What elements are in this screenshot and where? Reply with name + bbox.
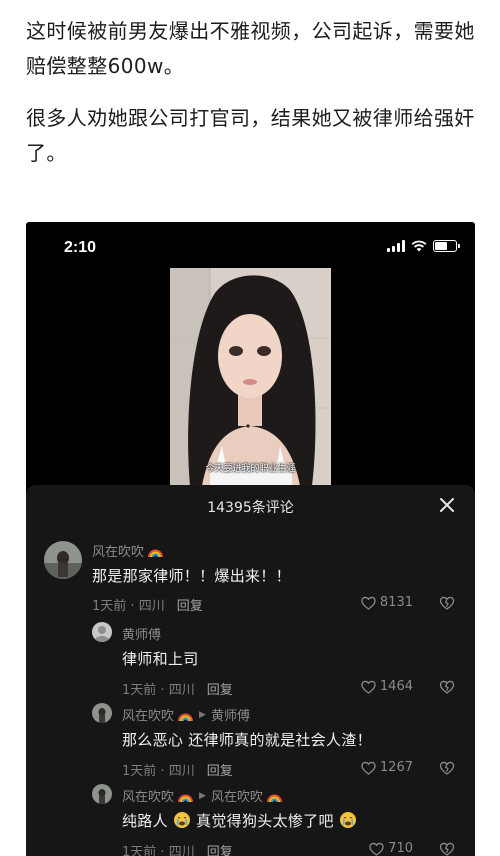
heart-icon [361,596,376,610]
reply-to-name[interactable]: 风在吹吹 [211,786,263,805]
comments-panel: 14395条评论 风在吹吹 那是那家律师！！爆出来！！ 1天前 · 四川 回复 8… [26,485,475,856]
rainbow-icon [178,713,194,721]
broken-heart-icon[interactable] [439,679,455,695]
comment-author[interactable]: 黄师傅 [122,624,161,643]
comment-location: 四川 [138,599,165,614]
status-time: 2:10 [64,239,97,256]
like-button[interactable]: 1464 [361,679,413,694]
crying-face-icon [339,812,356,828]
reply-button[interactable]: 回复 [207,683,233,698]
avatar[interactable] [44,541,82,579]
comment-text: 那是那家律师！！爆出来！！ [92,567,291,585]
reply-item: 风在吹吹 ▶ 黄师傅 那么恶心 还律师真的就是社会人渣！ 1天前 · 四川 回复 … [26,701,475,781]
comment-meta: 1天前 · 四川 回复 [92,599,203,614]
avatar[interactable] [92,784,112,804]
comment-location: 四川 [168,764,195,779]
comment-meta: 1天前 · 四川 回复 [122,764,233,779]
comment-text: 那么恶心 还律师真的就是社会人渣！ [122,731,372,749]
comment-text-part: 真觉得狗头太惨了吧 [196,812,334,830]
rainbow-icon [266,794,282,802]
comment-time: 1天前 [122,845,157,856]
comment-meta: 1天前 · 四川 回复 [122,683,233,698]
reply-arrow-icon: ▶ [199,790,206,801]
article-paragraph: 很多人劝她跟公司打官司，结果她又被律师给强奸了。 [26,106,475,165]
comment-author[interactable]: 风在吹吹 [92,541,164,560]
comment-author[interactable]: 风在吹吹 ▶ 风在吹吹 [122,786,283,805]
like-button[interactable]: 8131 [361,595,413,610]
reply-button[interactable]: 回复 [177,599,203,614]
broken-heart-icon[interactable] [439,841,455,856]
reply-to-name[interactable]: 黄师傅 [211,705,250,724]
close-icon[interactable] [437,495,457,515]
author-name: 风在吹吹 [92,545,145,560]
article-text: 这时候被前男友爆出不雅视频，公司起诉，需要她赔偿整整600w。 很多人劝她跟公司… [26,14,480,171]
cellular-signal-icon [387,240,405,252]
comment-text: 纯路人 真觉得狗头太惨了吧 [122,810,357,831]
battery-icon [433,240,460,252]
like-button[interactable]: 1267 [361,760,413,775]
reply-arrow-icon: ▶ [199,709,206,720]
comment-text: 律师和上司 [122,650,199,668]
comment-meta: 1天前 · 四川 回复 [122,841,233,856]
article-paragraph: 这时候被前男友爆出不雅视频，公司起诉，需要她赔偿整整600w。 [26,19,475,78]
heart-icon [361,680,376,694]
rainbow-icon [148,549,164,557]
status-bar: 2:10 [26,222,475,272]
like-button[interactable]: 710 [369,841,413,856]
comment-time: 1天前 [92,599,127,614]
heart-icon [361,761,376,775]
author-name: 风在吹吹 [122,790,175,805]
status-icons [387,240,460,252]
comment-item: 风在吹吹 那是那家律师！！爆出来！！ 1天前 · 四川 回复 8131 [26,537,475,617]
like-count: 1464 [379,679,413,694]
video-thumbnail[interactable]: 今天要进我的职业生涯 [170,268,331,486]
broken-heart-icon[interactable] [439,760,455,776]
comments-count-title: 14395条评论 [207,500,294,516]
author-name: 黄师傅 [122,628,162,643]
reply-button[interactable]: 回复 [207,845,233,856]
like-count: 1267 [379,760,413,775]
heart-icon [369,842,384,856]
video-subtitle: 今天要进我的职业生涯 [205,464,296,474]
broken-heart-icon[interactable] [439,595,455,611]
like-count: 8131 [379,595,413,610]
reply-item: 风在吹吹 ▶ 风在吹吹 纯路人 真觉得狗头太惨了吧 1天前 · 四川 回复 710 [26,782,475,856]
comment-author[interactable]: 风在吹吹 ▶ 黄师傅 [122,705,250,724]
comment-time: 1天前 [122,683,157,698]
rainbow-icon [178,794,194,802]
video-frame [170,268,331,486]
reply-button[interactable]: 回复 [207,764,233,779]
reply-item: 黄师傅 律师和上司 1天前 · 四川 回复 1464 [26,620,475,700]
wifi-icon [411,240,427,252]
avatar[interactable] [92,703,112,723]
phone-screenshot: 2:10 今天要进我的职业生涯 14395条评论 风在吹吹 那是那家律师！！爆出… [26,222,475,856]
comment-location: 四川 [168,683,195,698]
like-count: 710 [388,841,413,856]
crying-face-icon [173,812,190,828]
comment-text-part: 纯路人 [122,812,168,830]
avatar[interactable] [92,622,112,642]
author-name: 风在吹吹 [122,709,175,724]
comment-time: 1天前 [122,764,157,779]
comment-location: 四川 [168,845,195,856]
